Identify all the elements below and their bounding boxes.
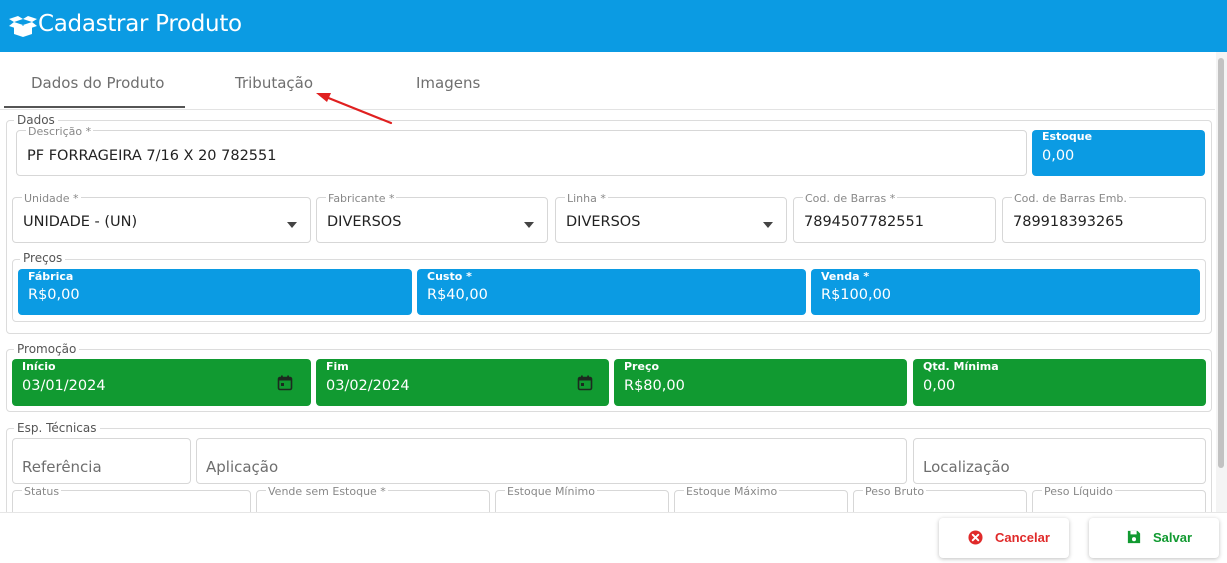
fabricante-value: DIVERSOS xyxy=(327,214,402,230)
linha-value: DIVERSOS xyxy=(566,214,641,230)
localizacao-input[interactable]: Localização xyxy=(913,438,1206,484)
custo-label: Custo * xyxy=(427,270,472,283)
tab-imagens[interactable]: Imagens xyxy=(416,74,480,92)
cod-barras-label: Cod. de Barras * xyxy=(803,192,898,205)
descricao-field[interactable]: Descrição * PF FORRAGEIRA 7/16 X 20 7825… xyxy=(16,126,1027,176)
peso-bruto-label: Peso Bruto xyxy=(863,485,927,498)
promo-inicio-field[interactable]: Início 03/01/2024 xyxy=(12,359,311,406)
tab-tributacao[interactable]: Tributação xyxy=(235,74,313,92)
referencia-placeholder: Referência xyxy=(22,458,102,476)
estoque-value: 0,00 xyxy=(1042,148,1075,164)
estoque-maximo-label: Estoque Máximo xyxy=(684,485,780,498)
estoque-minimo-label: Estoque Mínimo xyxy=(505,485,597,498)
venda-price-field[interactable]: Venda * R$100,00 xyxy=(811,269,1200,315)
fabricante-select[interactable]: Fabricante * DIVERSOS xyxy=(316,193,548,243)
page-title: Cadastrar Produto xyxy=(38,11,242,37)
aplicacao-placeholder: Aplicação xyxy=(206,458,279,476)
localizacao-placeholder: Localização xyxy=(923,458,1010,476)
section-title-promocao: Promoção xyxy=(14,343,80,356)
qtd-minima-label: Qtd. Mínima xyxy=(923,360,999,373)
dropdown-arrow-icon[interactable] xyxy=(763,222,773,228)
cod-barras-emb-field[interactable]: Cod. de Barras Emb. 789918393265 xyxy=(1002,193,1206,243)
vende-sem-estoque-label: Vende sem Estoque * xyxy=(266,485,388,498)
section-title-precos: Preços xyxy=(20,252,66,265)
referencia-input[interactable]: Referência xyxy=(12,438,191,484)
tab-bar: Dados do Produto Tributação Imagens xyxy=(0,52,1215,110)
cancel-button[interactable]: Cancelar xyxy=(939,518,1069,558)
estoque-label: Estoque xyxy=(1042,130,1093,143)
vertical-scrollbar[interactable] xyxy=(1216,52,1227,512)
custo-price-field[interactable]: Custo * R$40,00 xyxy=(417,269,806,315)
app-header: Cadastrar Produto xyxy=(0,0,1227,52)
cod-barras-value: 7894507782551 xyxy=(804,214,924,230)
footer-actions: Cancelar Salvar xyxy=(0,512,1227,563)
descricao-value: PF FORRAGEIRA 7/16 X 20 782551 xyxy=(27,148,277,164)
unidade-select[interactable]: Unidade * UNIDADE - (UN) xyxy=(12,193,311,243)
promo-preco-field[interactable]: Preço R$80,00 xyxy=(614,359,907,406)
tab-dados-do-produto[interactable]: Dados do Produto xyxy=(31,74,164,92)
fim-value: 03/02/2024 xyxy=(326,378,410,394)
save-disk-icon xyxy=(1127,530,1141,544)
fabrica-value: R$0,00 xyxy=(28,287,80,303)
inicio-label: Início xyxy=(22,360,56,373)
unidade-label: Unidade * xyxy=(22,192,81,205)
box-open-icon xyxy=(9,16,37,37)
active-tab-indicator xyxy=(4,106,185,108)
fabricante-label: Fabricante * xyxy=(326,192,397,205)
inicio-value: 03/01/2024 xyxy=(22,378,106,394)
fabrica-price-field[interactable]: Fábrica R$0,00 xyxy=(18,269,412,315)
fabrica-label: Fábrica xyxy=(28,270,74,283)
calendar-icon[interactable] xyxy=(277,375,293,391)
save-button[interactable]: Salvar xyxy=(1089,518,1219,558)
promo-preco-value: R$80,00 xyxy=(624,378,685,394)
descricao-label: Descrição * xyxy=(26,125,94,138)
peso-liquido-label: Peso Líquido xyxy=(1042,485,1115,498)
venda-label: Venda * xyxy=(821,270,870,283)
aplicacao-input[interactable]: Aplicação xyxy=(196,438,907,484)
cod-barras-emb-label: Cod. de Barras Emb. xyxy=(1012,192,1129,205)
promo-preco-label: Preço xyxy=(624,360,660,373)
promo-fim-field[interactable]: Fim 03/02/2024 xyxy=(316,359,609,406)
save-label: Salvar xyxy=(1153,530,1193,545)
section-title-esp-tecnicas: Esp. Técnicas xyxy=(14,422,100,435)
custo-value: R$40,00 xyxy=(427,287,488,303)
estoque-field: Estoque 0,00 xyxy=(1032,130,1205,176)
cancel-label: Cancelar xyxy=(995,530,1050,545)
dropdown-arrow-icon[interactable] xyxy=(524,222,534,228)
fim-label: Fim xyxy=(326,360,349,373)
qtd-minima-value: 0,00 xyxy=(923,378,956,394)
promo-qtd-minima-field[interactable]: Qtd. Mínima 0,00 xyxy=(913,359,1206,406)
cod-barras-emb-value: 789918393265 xyxy=(1013,214,1124,230)
cancel-circle-icon xyxy=(968,530,983,545)
unidade-value: UNIDADE - (UN) xyxy=(23,214,138,230)
linha-label: Linha * xyxy=(565,192,608,205)
status-label: Status xyxy=(22,485,62,498)
venda-value: R$100,00 xyxy=(821,287,892,303)
linha-select[interactable]: Linha * DIVERSOS xyxy=(555,193,787,243)
calendar-icon[interactable] xyxy=(577,375,593,391)
cod-barras-field[interactable]: Cod. de Barras * 7894507782551 xyxy=(793,193,996,243)
dropdown-arrow-icon[interactable] xyxy=(287,222,297,228)
scrollbar-thumb[interactable] xyxy=(1218,58,1224,468)
